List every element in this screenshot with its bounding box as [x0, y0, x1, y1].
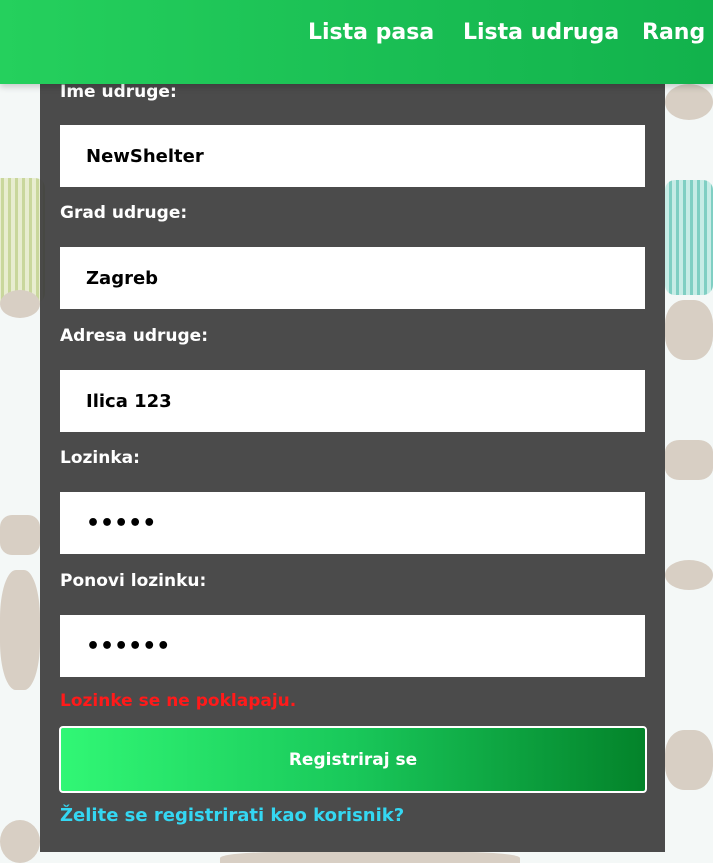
- dog-decoration: [0, 290, 40, 318]
- nav-shelters-list[interactable]: Lista udruga: [463, 20, 619, 45]
- shelter-registration-form: Ime udruge: NewShelter Grad udruge: Zagr…: [40, 0, 665, 852]
- shelter-name-input[interactable]: NewShelter: [60, 125, 645, 187]
- shelter-name-label: Ime udruge:: [60, 82, 177, 102]
- nav-rankings[interactable]: Rang li: [642, 20, 713, 45]
- password-label: Lozinka:: [60, 448, 140, 468]
- dog-sweater-decoration: [0, 178, 45, 303]
- password-mismatch-error: Lozinke se ne poklapaju.: [60, 691, 297, 711]
- dog-sweater-decoration: [665, 180, 713, 295]
- shelter-address-label: Adresa udruge:: [60, 326, 209, 346]
- dog-decoration: [665, 440, 713, 480]
- shelter-city-label: Grad udruge:: [60, 203, 188, 223]
- dog-decoration: [665, 300, 713, 360]
- register-button[interactable]: Registriraj se: [59, 726, 647, 793]
- dog-decoration: [220, 852, 520, 863]
- dog-decoration: [665, 84, 713, 120]
- dog-decoration: [665, 560, 713, 590]
- register-as-user-link[interactable]: Želite se registrirati kao korisnik?: [60, 805, 404, 826]
- nav-dogs-list[interactable]: Lista pasa: [308, 20, 434, 45]
- dog-decoration: [0, 820, 40, 863]
- confirm-password-label: Ponovi lozinku:: [60, 571, 207, 591]
- dog-decoration: [0, 515, 40, 555]
- password-input[interactable]: •••••: [60, 492, 645, 554]
- dog-decoration: [665, 730, 713, 790]
- confirm-password-input[interactable]: ••••••: [60, 615, 645, 677]
- shelter-city-input[interactable]: Zagreb: [60, 247, 645, 309]
- dog-decoration: [0, 570, 40, 690]
- shelter-address-input[interactable]: Ilica 123: [60, 370, 645, 432]
- top-navigation: Lista pasa Lista udruga Rang li: [0, 0, 713, 84]
